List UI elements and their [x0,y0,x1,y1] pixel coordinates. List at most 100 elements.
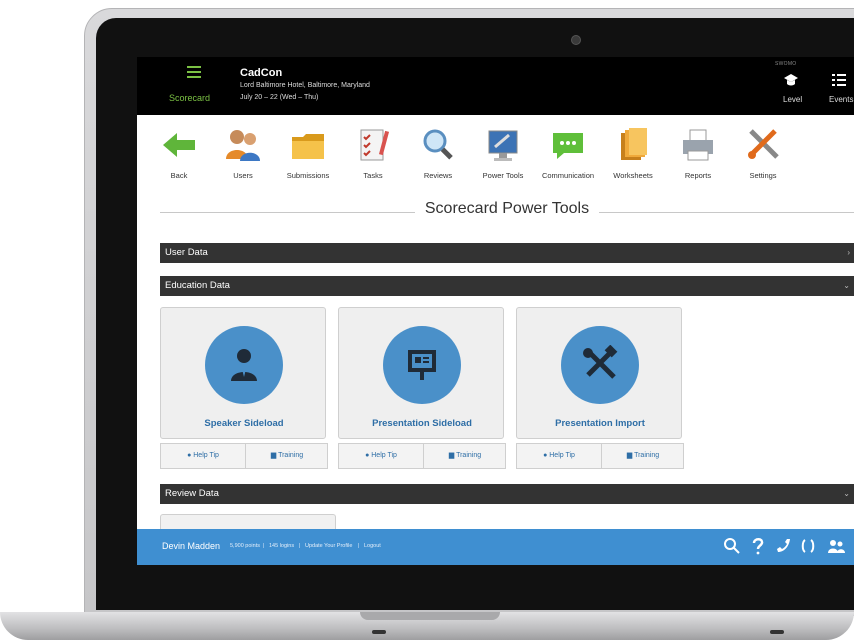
page-title: Scorecard Power Tools [414,200,600,217]
card-actions: ● Help Tip ▆ Training [160,443,328,469]
chevron-right-icon: › [847,248,850,257]
toolbar-settings[interactable]: Settings [731,125,795,180]
toolbar-label: Power Tools [482,171,524,180]
event-dates: July 20 – 22 (Wed – Thu) [240,94,319,101]
card-speaker-sideload[interactable]: Speaker Sideload [160,307,326,439]
laptop-foot [770,630,784,634]
toolbar-users[interactable]: Users [211,125,275,180]
update-profile-link[interactable]: Update Your Profile [305,543,352,549]
laptop-hinge-notch [360,612,500,620]
training-label: Training [634,452,660,459]
toolbar-label: Worksheets [613,171,653,180]
toolbar-label: Communication [541,171,595,180]
footer-separator: | [299,543,301,549]
toolbar-submissions[interactable]: Submissions [276,125,340,180]
top-tiny-label: SWOMO [775,61,797,67]
chevron-down-icon: ⌄ [843,281,850,290]
search-icon[interactable] [723,537,741,555]
card-title: Speaker Sideload [204,418,284,429]
presentation-icon [408,350,436,380]
section-title: Education Data [165,280,230,291]
main-toolbar: Back Users Submissions Tasks Reviews Pow… [137,115,854,193]
help-tip-button[interactable]: ● Help Tip [339,444,423,468]
footer-logins: 145 logins [269,543,295,549]
card-title: Presentation Import [555,418,645,429]
tasks-icon [360,129,390,161]
section-review-data[interactable]: Review Data ⌄ [160,484,854,504]
help-tip-label: Help Tip [371,452,397,459]
level-label[interactable]: Level [783,95,802,104]
chevron-down-icon: ⌄ [843,489,850,498]
laptop-foot [372,630,386,634]
footer-bar: Devin Madden 5,900 points | 145 logins |… [137,529,854,565]
toolbar-reviews[interactable]: Reviews [406,125,470,180]
training-label: Training [278,452,304,459]
training-button[interactable]: ▆ Training [602,444,684,468]
worksheets-icon [621,128,647,160]
section-user-data[interactable]: User Data › [160,243,854,263]
help-tip-button[interactable]: ● Help Tip [517,444,601,468]
users-group-icon[interactable] [827,537,845,555]
toolbar-power-tools[interactable]: Power Tools [471,125,535,180]
help-tip-button[interactable]: ● Help Tip [161,444,245,468]
card-icon-circle [383,326,461,404]
hamburger-menu-icon[interactable] [187,66,201,78]
speaker-icon [231,349,257,381]
help-tip-label: Help Tip [549,452,575,459]
toolbar-label: Users [233,171,253,180]
help-tip-label: Help Tip [193,452,219,459]
tools-icon [583,345,618,379]
toolbar-label: Submissions [286,171,330,180]
training-button[interactable]: ▆ Training [424,444,506,468]
toolbar-reports[interactable]: Reports [666,125,730,180]
footer-separator: | [263,543,265,549]
printer-icon [683,129,713,161]
events-list-icon[interactable] [831,72,847,88]
app-label[interactable]: Scorecard [169,93,210,103]
toolbar-back[interactable]: Back [147,125,211,180]
page-title-wrap: Scorecard Power Tools [160,200,854,218]
footer-points: 5,900 points [230,543,260,549]
card-presentation-import[interactable]: Presentation Import [516,307,682,439]
settings-icon [748,129,779,159]
chat-icon [553,133,583,159]
event-venue: Lord Baltimore Hotel, Baltimore, Marylan… [240,82,370,89]
magnifier-icon [423,129,453,160]
toolbar-label: Back [170,171,188,180]
footer-separator: | [358,543,360,549]
top-bar: Scorecard CadCon Lord Baltimore Hotel, B… [137,57,854,115]
card-icon-circle [561,326,639,404]
toolbar-label: Tasks [363,171,383,180]
card-title: Presentation Sideload [372,418,472,429]
section-title: User Data [165,247,208,258]
folder-icon [292,134,324,159]
toolbar-label: Settings [749,171,777,180]
section-title: Review Data [165,488,219,499]
card-presentation-sideload[interactable]: Presentation Sideload [338,307,504,439]
card-actions: ● Help Tip ▆ Training [516,443,684,469]
back-arrow-icon [163,133,195,157]
toolbar-tasks[interactable]: Tasks [341,125,405,180]
section-education-data[interactable]: Education Data ⌄ [160,276,854,296]
footer-username[interactable]: Devin Madden [162,541,220,551]
toolbar-communication[interactable]: Communication [536,125,600,180]
card-icon-circle [205,326,283,404]
graduation-cap-icon[interactable] [783,72,799,88]
training-button[interactable]: ▆ Training [246,444,328,468]
card-actions: ● Help Tip ▆ Training [338,443,506,469]
users-icon [226,130,260,161]
toolbar-worksheets[interactable]: Worksheets [601,125,665,180]
page-title-row: Scorecard Power Tools [160,200,854,224]
app-screen: Scorecard CadCon Lord Baltimore Hotel, B… [137,57,854,565]
event-title: CadCon [240,67,283,79]
webcam [571,35,581,45]
power-tools-icon [488,130,518,161]
events-label[interactable]: Events [829,95,853,104]
training-label: Training [456,452,482,459]
code-braces-icon[interactable] [799,537,817,555]
phone-icon[interactable] [775,537,793,555]
help-icon[interactable] [749,537,767,555]
toolbar-label: Reports [684,171,712,180]
logout-link[interactable]: Logout [364,543,381,549]
toolbar-label: Reviews [423,171,453,180]
